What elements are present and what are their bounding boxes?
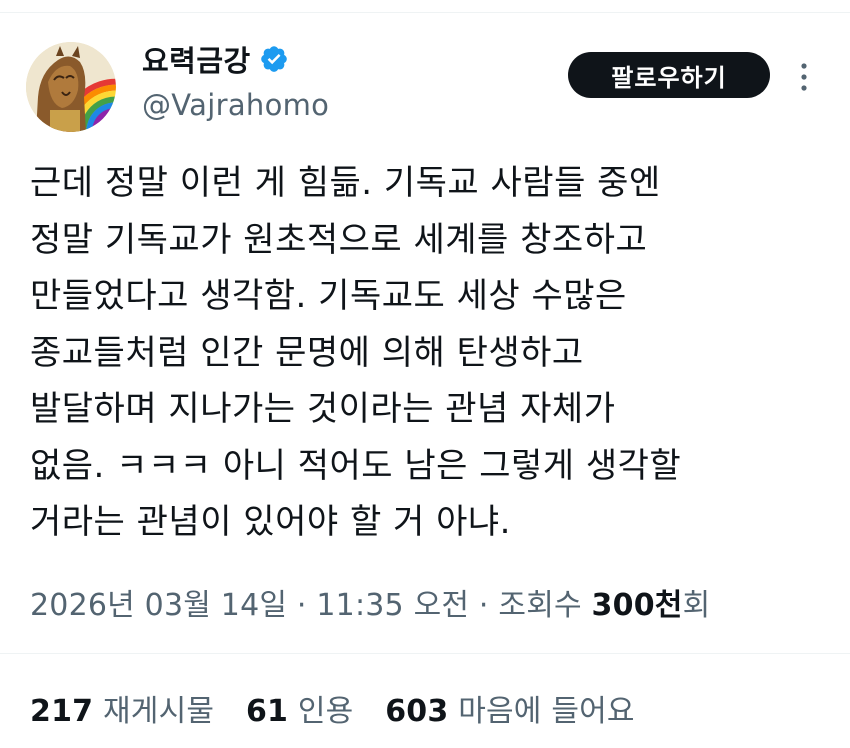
author-display-name[interactable]: 요력금강 (142, 38, 251, 80)
views-suffix: 회 (682, 588, 711, 623)
more-options-icon[interactable] (796, 60, 812, 94)
follow-button[interactable]: 팔로우하기 (568, 52, 770, 98)
top-divider (0, 12, 850, 13)
retweets-stat[interactable]: 217 재게시물 (30, 694, 214, 729)
tweet-line: 거라는 관념이 있어야 할 거 아냐. (30, 502, 511, 542)
quotes-stat[interactable]: 61 인용 (246, 694, 354, 729)
likes-stat[interactable]: 603 마음에 들어요 (385, 694, 635, 729)
author-handle[interactable]: @Vajrahomo (142, 88, 329, 122)
views-label: 조회수 (498, 588, 592, 623)
tweet-text: 근데 정말 이런 게 힘듦. 기독교 사람들 중엔 정말 기독교가 원초적으로 … (30, 155, 830, 551)
avatar[interactable] (26, 42, 116, 132)
meta-separator: · (469, 588, 499, 623)
stats-divider (0, 653, 850, 654)
tweet-line: 종교들처럼 인간 문명에 의해 탄생하고 (30, 332, 584, 373)
quotes-label: 인용 (297, 694, 354, 729)
views-count: 300천 (591, 588, 683, 623)
tweet-line: 없음. ㅋㅋㅋ 아니 적어도 남은 그렇게 생각할 (30, 445, 682, 486)
retweets-count: 217 (30, 694, 94, 729)
meta-separator: · (287, 588, 317, 623)
author-name-row: 요력금강 (142, 38, 289, 80)
tweet-meta: 2026년 03월 14일 · 11:35 오전 · 조회수 300천회 (30, 580, 710, 624)
retweets-label: 재게시물 (102, 694, 215, 729)
tweet-time[interactable]: 11:35 오전 (316, 588, 469, 623)
verified-badge-icon (259, 44, 289, 74)
avatar-lion-rainbow-icon (26, 42, 116, 132)
tweet-line: 정말 기독교가 원초적으로 세계를 창조하고 (30, 219, 648, 260)
tweet-line: 만들었다고 생각함. 기독교도 세상 수많은 (30, 276, 627, 316)
tweet-line: 발달하며 지나가는 것이라는 관념 자체가 (30, 389, 616, 429)
tweet-line: 근데 정말 이런 게 힘듦. 기독교 사람들 중엔 (30, 163, 661, 203)
engagement-stats: 217 재게시물 61 인용 603 마음에 들어요 (30, 686, 657, 730)
quotes-count: 61 (245, 694, 289, 729)
tweet-date[interactable]: 2026년 03월 14일 (30, 588, 287, 623)
likes-count: 603 (385, 694, 449, 729)
likes-label: 마음에 들어요 (458, 694, 635, 729)
